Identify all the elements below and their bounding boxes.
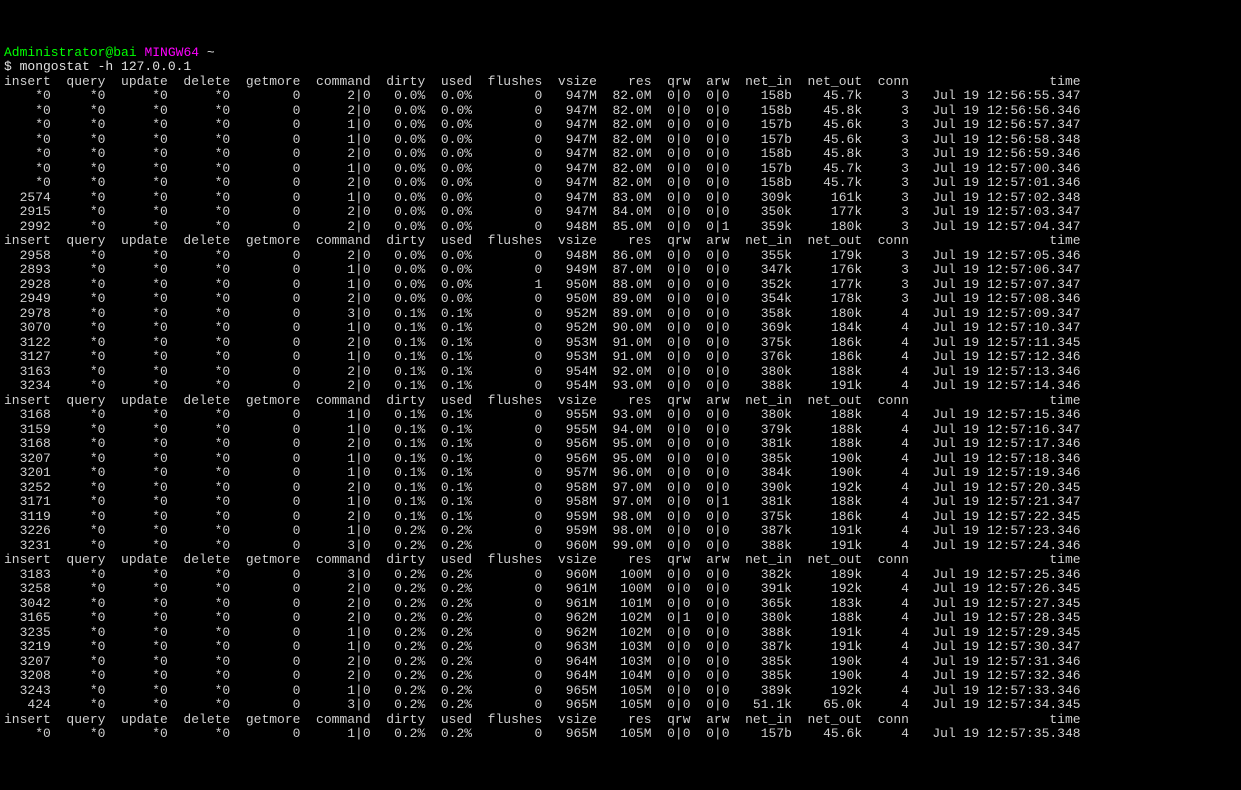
stat-row: 3119 *0 *0 *0 0 2|0 0.1% 0.1% 0 959M 98.… — [4, 509, 1081, 524]
stat-row: 3231 *0 *0 *0 0 3|0 0.2% 0.2% 0 960M 99.… — [4, 538, 1081, 553]
stat-row: 3201 *0 *0 *0 0 1|0 0.1% 0.1% 0 957M 96.… — [4, 465, 1081, 480]
stat-header: insert query update delete getmore comma… — [4, 393, 1081, 408]
stat-header: insert query update delete getmore comma… — [4, 233, 1081, 248]
stat-row: 3207 *0 *0 *0 0 2|0 0.2% 0.2% 0 964M 103… — [4, 654, 1081, 669]
stat-row: *0 *0 *0 *0 0 2|0 0.0% 0.0% 0 947M 82.0M… — [4, 88, 1081, 103]
stat-row: 3208 *0 *0 *0 0 2|0 0.2% 0.2% 0 964M 104… — [4, 668, 1081, 683]
stat-row: 3163 *0 *0 *0 0 2|0 0.1% 0.1% 0 954M 92.… — [4, 364, 1081, 379]
stat-row: 3243 *0 *0 *0 0 1|0 0.2% 0.2% 0 965M 105… — [4, 683, 1081, 698]
mongostat-output: insert query update delete getmore comma… — [4, 75, 1237, 742]
stat-row: 2949 *0 *0 *0 0 2|0 0.0% 0.0% 0 950M 89.… — [4, 291, 1081, 306]
stat-row: 3159 *0 *0 *0 0 1|0 0.1% 0.1% 0 955M 94.… — [4, 422, 1081, 437]
stat-row: 3168 *0 *0 *0 0 1|0 0.1% 0.1% 0 955M 93.… — [4, 407, 1081, 422]
stat-header: insert query update delete getmore comma… — [4, 552, 1081, 567]
stat-row: 3183 *0 *0 *0 0 3|0 0.2% 0.2% 0 960M 100… — [4, 567, 1081, 582]
stat-row: *0 *0 *0 *0 0 1|0 0.0% 0.0% 0 947M 82.0M… — [4, 117, 1081, 132]
stat-header: insert query update delete getmore comma… — [4, 712, 1081, 727]
stat-row: *0 *0 *0 *0 0 1|0 0.0% 0.0% 0 947M 82.0M… — [4, 161, 1081, 176]
prompt-path: ~ — [207, 45, 215, 60]
stat-row: 3165 *0 *0 *0 0 2|0 0.2% 0.2% 0 962M 102… — [4, 610, 1081, 625]
command-line: $ mongostat -h 127.0.0.1 — [4, 59, 191, 74]
stat-row: *0 *0 *0 *0 0 2|0 0.0% 0.0% 0 947M 82.0M… — [4, 103, 1081, 118]
stat-row: 3070 *0 *0 *0 0 1|0 0.1% 0.1% 0 952M 90.… — [4, 320, 1081, 335]
stat-row: 2574 *0 *0 *0 0 1|0 0.0% 0.0% 0 947M 83.… — [4, 190, 1081, 205]
stat-row: 3168 *0 *0 *0 0 2|0 0.1% 0.1% 0 956M 95.… — [4, 436, 1081, 451]
stat-row: *0 *0 *0 *0 0 2|0 0.0% 0.0% 0 947M 82.0M… — [4, 175, 1081, 190]
stat-row: 3219 *0 *0 *0 0 1|0 0.2% 0.2% 0 963M 103… — [4, 639, 1081, 654]
stat-header: insert query update delete getmore comma… — [4, 74, 1081, 89]
stat-row: *0 *0 *0 *0 0 1|0 0.2% 0.2% 0 965M 105M … — [4, 726, 1081, 741]
stat-row: 3122 *0 *0 *0 0 2|0 0.1% 0.1% 0 953M 91.… — [4, 335, 1081, 350]
stat-row: 3226 *0 *0 *0 0 1|0 0.2% 0.2% 0 959M 98.… — [4, 523, 1081, 538]
stat-row: 3235 *0 *0 *0 0 1|0 0.2% 0.2% 0 962M 102… — [4, 625, 1081, 640]
stat-row: 3252 *0 *0 *0 0 2|0 0.1% 0.1% 0 958M 97.… — [4, 480, 1081, 495]
stat-row: 3258 *0 *0 *0 0 2|0 0.2% 0.2% 0 961M 100… — [4, 581, 1081, 596]
stat-row: 2893 *0 *0 *0 0 1|0 0.0% 0.0% 0 949M 87.… — [4, 262, 1081, 277]
stat-row: 3171 *0 *0 *0 0 1|0 0.1% 0.1% 0 958M 97.… — [4, 494, 1081, 509]
terminal[interactable]: Administrator@bai MINGW64 ~ $ mongostat … — [0, 29, 1241, 744]
stat-row: 2928 *0 *0 *0 0 1|0 0.0% 0.0% 1 950M 88.… — [4, 277, 1081, 292]
prompt-user: Administrator@bai — [4, 45, 137, 60]
stat-row: 2978 *0 *0 *0 0 3|0 0.1% 0.1% 0 952M 89.… — [4, 306, 1081, 321]
stat-row: 2958 *0 *0 *0 0 2|0 0.0% 0.0% 0 948M 86.… — [4, 248, 1081, 263]
stat-row: 3127 *0 *0 *0 0 1|0 0.1% 0.1% 0 953M 91.… — [4, 349, 1081, 364]
stat-row: 2992 *0 *0 *0 0 2|0 0.0% 0.0% 0 948M 85.… — [4, 219, 1081, 234]
stat-row: 3207 *0 *0 *0 0 1|0 0.1% 0.1% 0 956M 95.… — [4, 451, 1081, 466]
stat-row: 3042 *0 *0 *0 0 2|0 0.2% 0.2% 0 961M 101… — [4, 596, 1081, 611]
stat-row: 3234 *0 *0 *0 0 2|0 0.1% 0.1% 0 954M 93.… — [4, 378, 1081, 393]
prompt-sys: MINGW64 — [144, 45, 199, 60]
stat-row: 424 *0 *0 *0 0 3|0 0.2% 0.2% 0 965M 105M… — [4, 697, 1081, 712]
stat-row: *0 *0 *0 *0 0 1|0 0.0% 0.0% 0 947M 82.0M… — [4, 132, 1081, 147]
stat-row: *0 *0 *0 *0 0 2|0 0.0% 0.0% 0 947M 82.0M… — [4, 146, 1081, 161]
stat-row: 2915 *0 *0 *0 0 2|0 0.0% 0.0% 0 947M 84.… — [4, 204, 1081, 219]
